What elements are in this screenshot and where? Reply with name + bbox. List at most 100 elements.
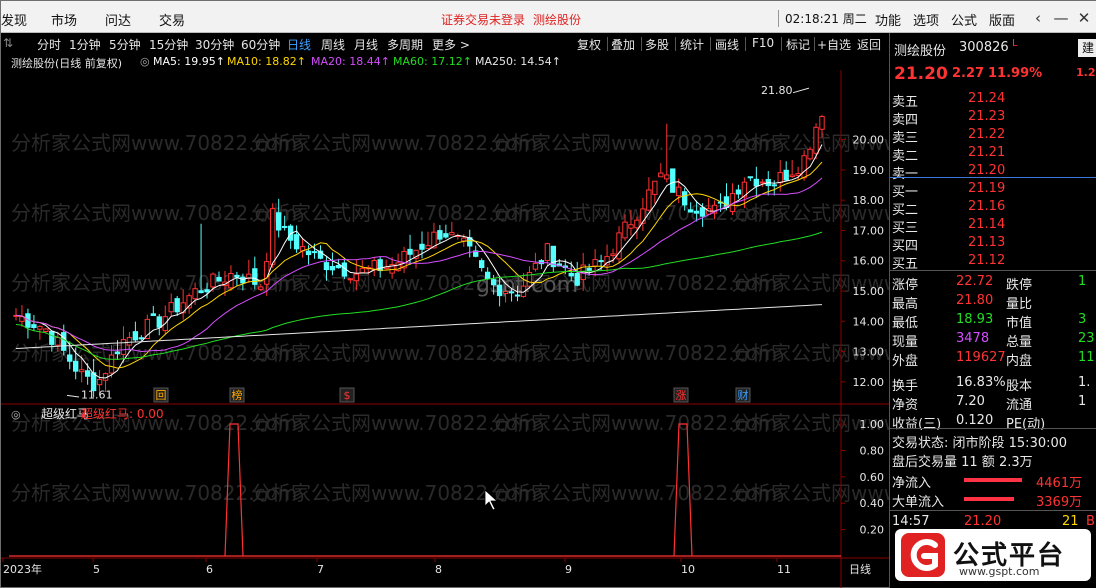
tab-period-30min[interactable]: 30分钟 <box>195 36 234 53</box>
quote-pct: 11.99% <box>988 66 1043 81</box>
menu-options[interactable]: 选项 <box>913 10 939 29</box>
login-status[interactable]: 证券交易未登录 <box>441 11 525 28</box>
tab-period-more[interactable]: 更多 > <box>432 36 470 53</box>
indicator-tick-label: 0.20 <box>860 524 885 537</box>
tool-back[interactable]: 返回 <box>857 36 881 53</box>
quote-price: 21.20 <box>894 64 948 84</box>
candle <box>132 331 139 341</box>
tool-mark[interactable]: 标记 <box>786 36 810 53</box>
toolbar-divider <box>675 37 676 51</box>
bid-level-3[interactable]: 买三 21.14 <box>890 216 1096 236</box>
tool-add-watchlist[interactable]: +自选 <box>817 36 851 53</box>
event-marker: 涨 <box>676 389 687 402</box>
tool-overlay[interactable]: 叠加 <box>611 36 635 53</box>
ma-legend: 测绘股份(日线 前复权) ◎ MA5: 19.95↑ MA10: 18.82↑ … <box>1 53 841 70</box>
stat-value: 3478 <box>956 331 990 346</box>
side-tab-button[interactable]: 建 <box>1078 39 1096 57</box>
big-inflow-value: 3369万 <box>1036 495 1083 510</box>
candle <box>168 302 174 313</box>
candle <box>747 176 754 179</box>
indicator-tick-label: 0.40 <box>860 497 885 510</box>
ma5-label: MA5: 19.95↑ <box>153 55 225 68</box>
tab-period-60min[interactable]: 60分钟 <box>241 36 280 53</box>
tab-period-15min[interactable]: 15分钟 <box>149 36 188 53</box>
price-tick-label: 19.00 <box>853 164 885 177</box>
x-tick-label: 7 <box>317 563 324 576</box>
menu-formula[interactable]: 公式 <box>951 10 977 29</box>
candle <box>508 291 515 294</box>
candle <box>407 248 413 255</box>
ask-level-4[interactable]: 卖四 21.23 <box>890 108 1096 128</box>
candle <box>568 272 574 277</box>
tab-period-multi[interactable]: 多周期 <box>387 36 423 53</box>
tool-f10[interactable]: F10 <box>752 36 774 50</box>
trade-state: 交易状态: 闭市阶段 15:30:00 <box>892 436 1068 451</box>
candle <box>114 351 121 355</box>
bid-level-2[interactable]: 买二 21.16 <box>890 198 1096 218</box>
candle <box>281 225 288 228</box>
menu-function[interactable]: 功能 <box>875 10 901 29</box>
ask-level-2[interactable]: 卖二 21.21 <box>890 144 1096 164</box>
candle <box>49 330 55 345</box>
close-icon[interactable]: ✕ <box>1073 7 1095 29</box>
candle <box>37 325 43 330</box>
x-tick-label: 10 <box>681 563 695 576</box>
tick-time: 14:57 <box>892 514 930 529</box>
tool-fuquan[interactable]: 复权 <box>577 36 601 53</box>
ask-level-5[interactable]: 卖五 21.24 <box>890 90 1096 110</box>
tab-period-5min[interactable]: 5分钟 <box>109 36 141 53</box>
stat-value: 7.20 <box>956 394 985 409</box>
stat-value: 21.80 <box>956 293 994 308</box>
high-price-label: 21.80 <box>761 84 793 97</box>
tab-period-monthly[interactable]: 月线 <box>354 36 378 53</box>
tool-multi-stock[interactable]: 多股 <box>645 36 669 53</box>
menu-trade[interactable]: 交易 <box>159 10 185 29</box>
menu-wenda[interactable]: 问达 <box>105 10 131 29</box>
toolbar-divider <box>781 37 782 51</box>
quote-price-row: 21.20 2.27 11.99% 1.2 <box>890 63 1096 85</box>
toolbar-divider <box>814 37 815 51</box>
tab-period-fenshi[interactable]: 分时 <box>37 36 61 53</box>
tab-period-daily[interactable]: 日线 <box>287 36 311 53</box>
stat-value: 18.93 <box>956 312 994 327</box>
stat-label: 净资 <box>892 398 919 413</box>
chart-area[interactable]: 分析家公式网www.70822.com 分析家公式网www.70822.com 分析… <box>1 70 889 588</box>
candle <box>311 251 318 254</box>
toolbar-collapse-icon[interactable]: ⇅ <box>3 36 13 50</box>
stat-label-2: 市值 <box>1006 316 1033 331</box>
clock: 02:18:21 周二 <box>778 10 867 27</box>
bid-level-1[interactable]: 买一 21.19 <box>890 180 1096 200</box>
menu-layout[interactable]: 版面 <box>989 10 1015 29</box>
candle <box>687 209 694 213</box>
ask-level-3[interactable]: 卖三 21.22 <box>890 126 1096 146</box>
ask-level-1[interactable]: 卖一 21.20 <box>890 162 1096 182</box>
low-price-label: 11.61 <box>81 388 113 401</box>
ask-level-2-price: 21.21 <box>968 145 1006 160</box>
settings-icon[interactable]: ◎ <box>140 55 150 68</box>
ask-level-4-price: 21.23 <box>968 109 1006 124</box>
minimize-icon[interactable]: — <box>1050 7 1072 29</box>
kline-chart[interactable]: 分析家公式网www.70822.com分析家公式网www.70822.com分析… <box>1 70 889 588</box>
high-price-pointer <box>792 87 810 94</box>
stat-row: 涨停 22.72 跌停 1 <box>890 273 1096 293</box>
stat-label-2: 总量 <box>1006 335 1033 350</box>
tab-period-1min[interactable]: 1分钟 <box>69 36 101 53</box>
candle <box>55 336 61 346</box>
bid-level-2-price: 21.16 <box>968 199 1006 214</box>
tool-draw[interactable]: 画线 <box>715 36 739 53</box>
back-icon[interactable]: ‹ <box>1027 7 1049 29</box>
bid-level-4[interactable]: 买四 21.13 <box>890 234 1096 254</box>
candle <box>801 155 807 179</box>
quote-stock-name: 测绘股份 <box>894 44 947 59</box>
bid-level-5[interactable]: 买五 21.12 <box>890 252 1096 272</box>
menu-market[interactable]: 市场 <box>51 10 77 29</box>
ask-level-3-price: 21.22 <box>968 127 1006 142</box>
ma20-label: MA20: 18.44↑ <box>311 55 390 68</box>
candle <box>353 273 359 282</box>
x-period-label: 日线 <box>849 562 871 576</box>
candle <box>574 272 580 286</box>
candle <box>658 172 664 178</box>
menu-discover[interactable]: 发现 <box>1 10 27 29</box>
tab-period-weekly[interactable]: 周线 <box>321 36 345 53</box>
tool-stats[interactable]: 统计 <box>680 36 704 53</box>
